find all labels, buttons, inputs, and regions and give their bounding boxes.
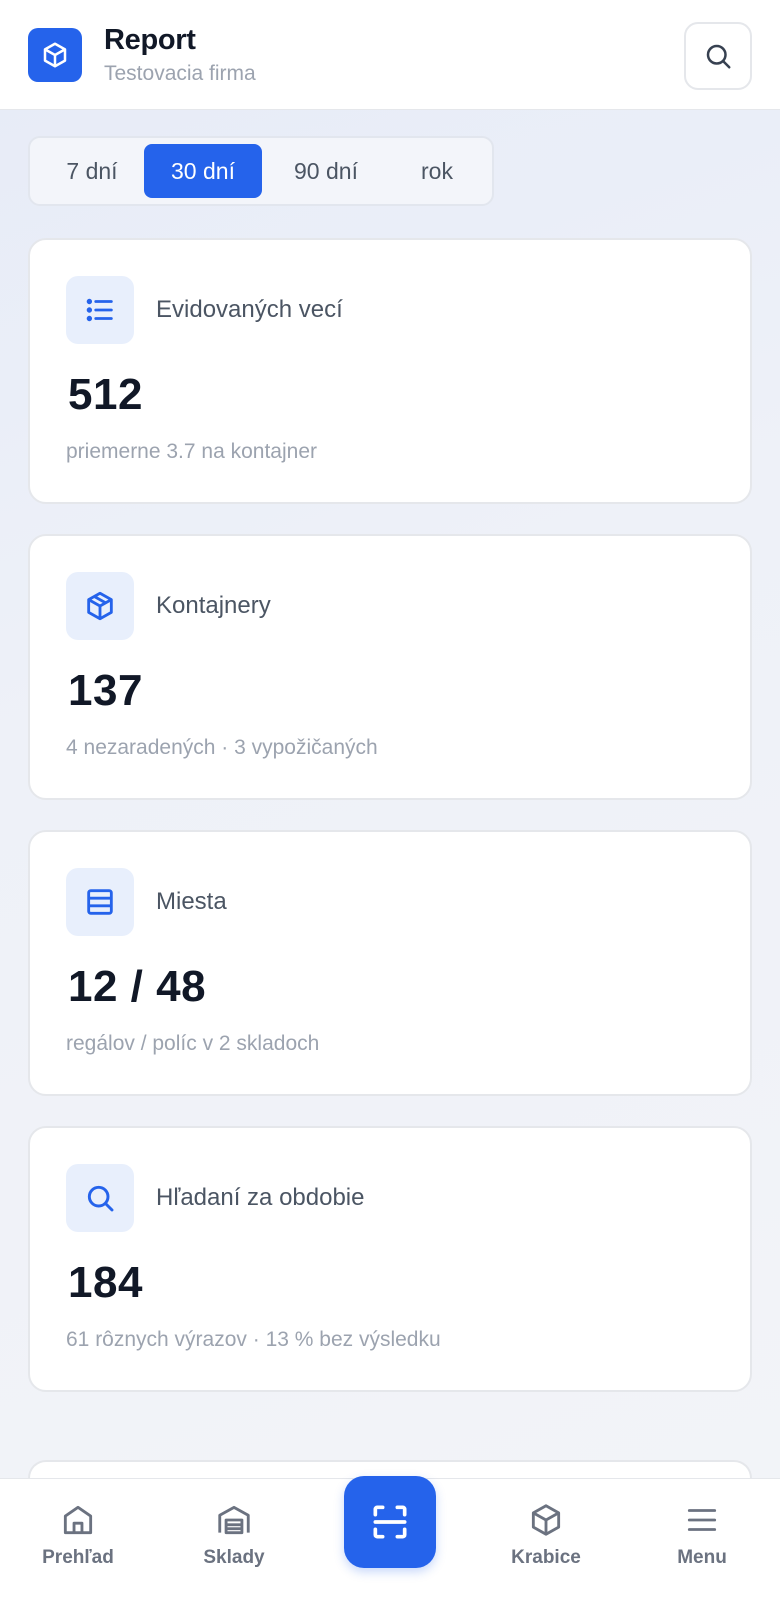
stat-subtext: priemerne 3.7 na kontajner bbox=[66, 440, 317, 463]
stat-label: Miesta bbox=[156, 888, 227, 915]
warehouse-icon bbox=[218, 1505, 250, 1535]
stat-subtext: 61 rôznych výrazov · 13 % bez výsledku bbox=[66, 1328, 441, 1351]
stat-subtext: regálov / políc v 2 skladoch bbox=[66, 1032, 320, 1055]
stat-value: 512 bbox=[68, 370, 143, 419]
home-icon bbox=[63, 1505, 93, 1535]
search-icon bbox=[66, 1164, 134, 1232]
stat-value: 184 bbox=[68, 1258, 143, 1307]
company-name: Testovacia firma bbox=[104, 62, 256, 85]
nav-label: Prehľad bbox=[42, 1547, 114, 1568]
search-button[interactable] bbox=[684, 22, 752, 90]
nav-label: Menu bbox=[677, 1547, 727, 1568]
stat-card-containers[interactable]: Kontajnery 137 4 nezaradených · 3 vypoži… bbox=[28, 534, 752, 800]
stat-label: Evidovaných vecí bbox=[156, 296, 343, 323]
menu-icon bbox=[687, 1509, 717, 1531]
stat-value: 12 / 48 bbox=[68, 962, 207, 1011]
nav-label: Sklady bbox=[203, 1547, 265, 1568]
cube-icon bbox=[28, 28, 82, 82]
stat-card-items[interactable]: Evidovaných vecí 512 priemerne 3.7 na ko… bbox=[28, 238, 752, 504]
app-header: Report Testovacia firma bbox=[0, 0, 780, 110]
stat-label: Kontajnery bbox=[156, 592, 271, 619]
box-icon bbox=[531, 1504, 561, 1536]
nav-label: Krabice bbox=[511, 1547, 581, 1568]
nav-warehouses[interactable]: Sklady bbox=[174, 1501, 294, 1581]
search-icon bbox=[706, 44, 731, 69]
scan-icon bbox=[373, 1505, 407, 1539]
period-30-days[interactable]: 30 dní bbox=[144, 144, 262, 198]
nav-menu[interactable]: Menu bbox=[642, 1501, 762, 1581]
period-year[interactable]: rok bbox=[388, 144, 486, 198]
nav-overview[interactable]: Prehľad bbox=[18, 1501, 138, 1581]
period-selector: 7 dní 30 dní 90 dní rok bbox=[28, 136, 494, 206]
period-7-days[interactable]: 7 dní bbox=[36, 144, 148, 198]
stat-value: 137 bbox=[68, 666, 143, 715]
page-title: Report bbox=[104, 24, 196, 56]
list-icon bbox=[66, 276, 134, 344]
stat-card-searches[interactable]: Hľadaní za obdobie 184 61 rôznych výrazo… bbox=[28, 1126, 752, 1392]
stat-subtext: 4 nezaradených · 3 vypožičaných bbox=[66, 736, 378, 759]
period-90-days[interactable]: 90 dní bbox=[266, 144, 386, 198]
stat-label: Hľadaní za obdobie bbox=[156, 1184, 365, 1211]
package-icon bbox=[66, 572, 134, 640]
shelves-icon bbox=[66, 868, 134, 936]
nav-boxes[interactable]: Krabice bbox=[486, 1501, 606, 1581]
stat-card-locations[interactable]: Miesta 12 / 48 regálov / políc v 2 sklad… bbox=[28, 830, 752, 1096]
scan-button[interactable] bbox=[344, 1476, 436, 1568]
